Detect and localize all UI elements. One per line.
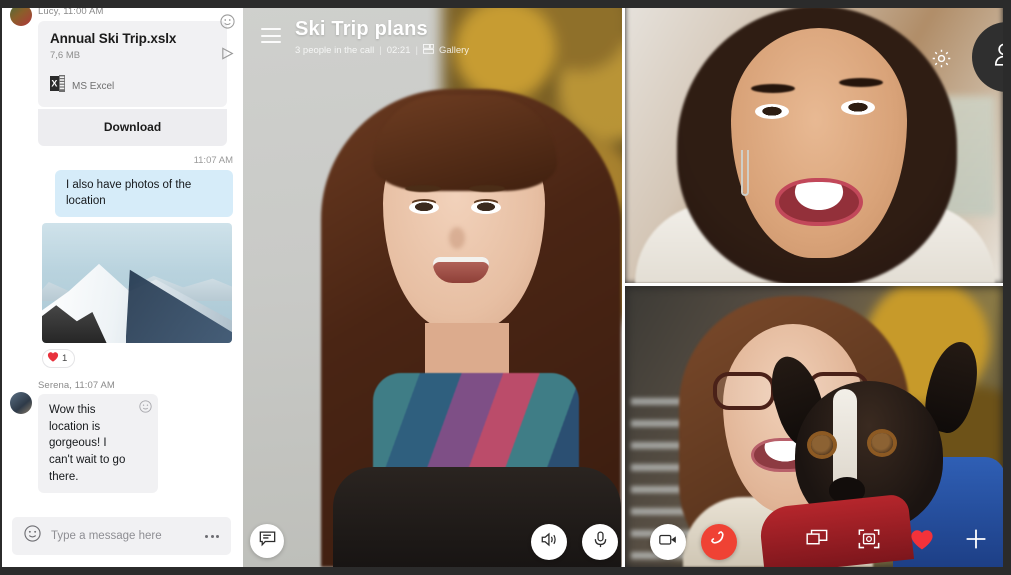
message-hover-actions <box>220 14 235 66</box>
person-fringe <box>373 95 557 191</box>
message-bubble[interactable]: Wow this location is gorgeous! I can't w… <box>38 394 158 494</box>
add-reaction-button[interactable] <box>964 527 988 556</box>
camera-button[interactable] <box>650 524 686 560</box>
call-duration: 02:21 <box>386 45 411 56</box>
person-eye-right <box>471 201 501 214</box>
message-row-outgoing: I also have photos of the location <box>0 166 243 218</box>
person-brow-left <box>751 84 795 93</box>
reaction-count: 1 <box>62 353 68 365</box>
message-bubble[interactable]: I also have photos of the location <box>55 170 233 218</box>
message-sender-line: Serena, 11:07 AM <box>38 380 115 392</box>
person-smile <box>433 257 489 283</box>
chat-message-list[interactable]: Lucy, 11:00 AM Annual Ski Trip.xslx 7,6 … <box>0 0 243 505</box>
subtitle-separator: | <box>379 45 382 56</box>
window-frame-left <box>0 0 2 575</box>
reaction-button[interactable] <box>910 529 934 555</box>
snapshot-button[interactable] <box>858 529 880 554</box>
avatar-serena[interactable] <box>10 392 32 415</box>
excel-icon: X <box>50 75 65 97</box>
end-call-icon <box>709 529 730 555</box>
hamburger-menu-icon[interactable] <box>261 28 281 43</box>
person-brow-right <box>469 185 505 192</box>
emoji-smiley-icon[interactable] <box>220 14 235 34</box>
person-open-smile <box>775 178 863 226</box>
layout-label[interactable]: Gallery <box>439 45 469 56</box>
chat-panel: Lucy, 11:00 AM Annual Ski Trip.xslx 7,6 … <box>0 0 243 567</box>
file-app-row: X MS Excel <box>50 75 215 97</box>
call-subtitle: 3 people in the call | 02:21 | Gallery <box>295 44 469 57</box>
message-file-card: Lucy, 11:00 AM Annual Ski Trip.xslx 7,6 … <box>0 0 243 146</box>
main-video-tile[interactable] <box>243 0 622 567</box>
search-input-placeholder[interactable]: Type a message here <box>51 530 195 542</box>
window-frame-top <box>0 0 1011 8</box>
forward-arrow-icon[interactable] <box>220 46 235 66</box>
window-frame-bottom <box>0 567 1011 575</box>
message-text: Wow this location is gorgeous! I can't w… <box>49 404 126 483</box>
call-stage: Ski Trip plans 3 people in the call | 02… <box>243 0 1003 567</box>
file-attachment-card[interactable]: Annual Ski Trip.xslx 7,6 MB X MS Excel <box>38 21 227 107</box>
person-nose <box>449 227 465 249</box>
gear-icon[interactable] <box>929 46 953 70</box>
call-extra-controls <box>806 527 988 556</box>
composer-box[interactable]: Type a message here <box>12 517 231 555</box>
window-frame-right <box>1003 0 1011 575</box>
person-earring <box>741 150 749 196</box>
person-brow-left <box>405 185 441 192</box>
microphone-button[interactable] <box>582 524 618 560</box>
participant-video-frame-top <box>625 0 1003 283</box>
end-call-button[interactable] <box>701 524 737 560</box>
video-person-main <box>321 37 621 567</box>
message-timestamp: 11:07 AM <box>193 155 233 166</box>
chat-toggle-button[interactable] <box>250 524 284 558</box>
screen-share-button[interactable] <box>806 529 828 554</box>
file-size: 7,6 MB <box>50 50 81 61</box>
download-button-label: Download <box>103 120 162 134</box>
heart-icon <box>910 529 934 555</box>
person-eye-right <box>841 100 875 115</box>
snowy-mountain-ridge-photo[interactable] <box>42 223 232 344</box>
download-button[interactable]: Download <box>38 109 227 146</box>
message-composer: Type a message here <box>0 505 243 567</box>
svg-text:X: X <box>51 79 57 89</box>
file-app-label: MS Excel <box>72 80 115 92</box>
video-camera-icon <box>658 530 678 554</box>
message-row-incoming: Serena, 11:07 AM Wow this location is go… <box>0 374 243 494</box>
emoji-smiley-icon[interactable] <box>139 400 152 419</box>
dog-eye-left <box>811 435 833 455</box>
add-person-icon <box>992 41 1003 74</box>
person-eye-left <box>755 104 789 119</box>
eyeglass-lens-left <box>713 372 775 410</box>
person-brow-right <box>839 78 883 87</box>
chat-bubble-icon <box>259 530 276 552</box>
speaker-icon <box>540 530 559 554</box>
snapshot-icon <box>858 529 880 554</box>
skype-call-window: Lucy, 11:00 AM Annual Ski Trip.xslx 7,6 … <box>0 0 1011 575</box>
message-reaction-pill[interactable]: 1 <box>42 349 76 369</box>
microphone-icon <box>591 530 610 554</box>
gallery-grid-icon[interactable] <box>422 44 434 57</box>
speaker-button[interactable] <box>531 524 567 560</box>
participant-video-tile-top[interactable] <box>625 0 1003 283</box>
emoji-smiley-icon[interactable] <box>24 525 41 547</box>
more-options-icon[interactable] <box>205 534 219 538</box>
file-name: Annual Ski Trip.xslx <box>50 31 177 46</box>
call-controls <box>531 524 737 560</box>
subtitle-separator: | <box>415 45 418 56</box>
person-eye-left <box>409 201 439 214</box>
screen-share-icon <box>806 529 828 554</box>
participants-count-label: 3 people in the call <box>295 45 375 56</box>
plus-icon <box>964 527 988 556</box>
heart-icon <box>47 350 59 368</box>
call-header-text: Ski Trip plans 3 people in the call | 02… <box>295 18 469 57</box>
page-title: Ski Trip plans <box>295 18 428 40</box>
main-video-frame <box>243 0 622 567</box>
dog-eye-right <box>871 433 893 453</box>
call-header: Ski Trip plans 3 people in the call | 02… <box>243 0 469 57</box>
